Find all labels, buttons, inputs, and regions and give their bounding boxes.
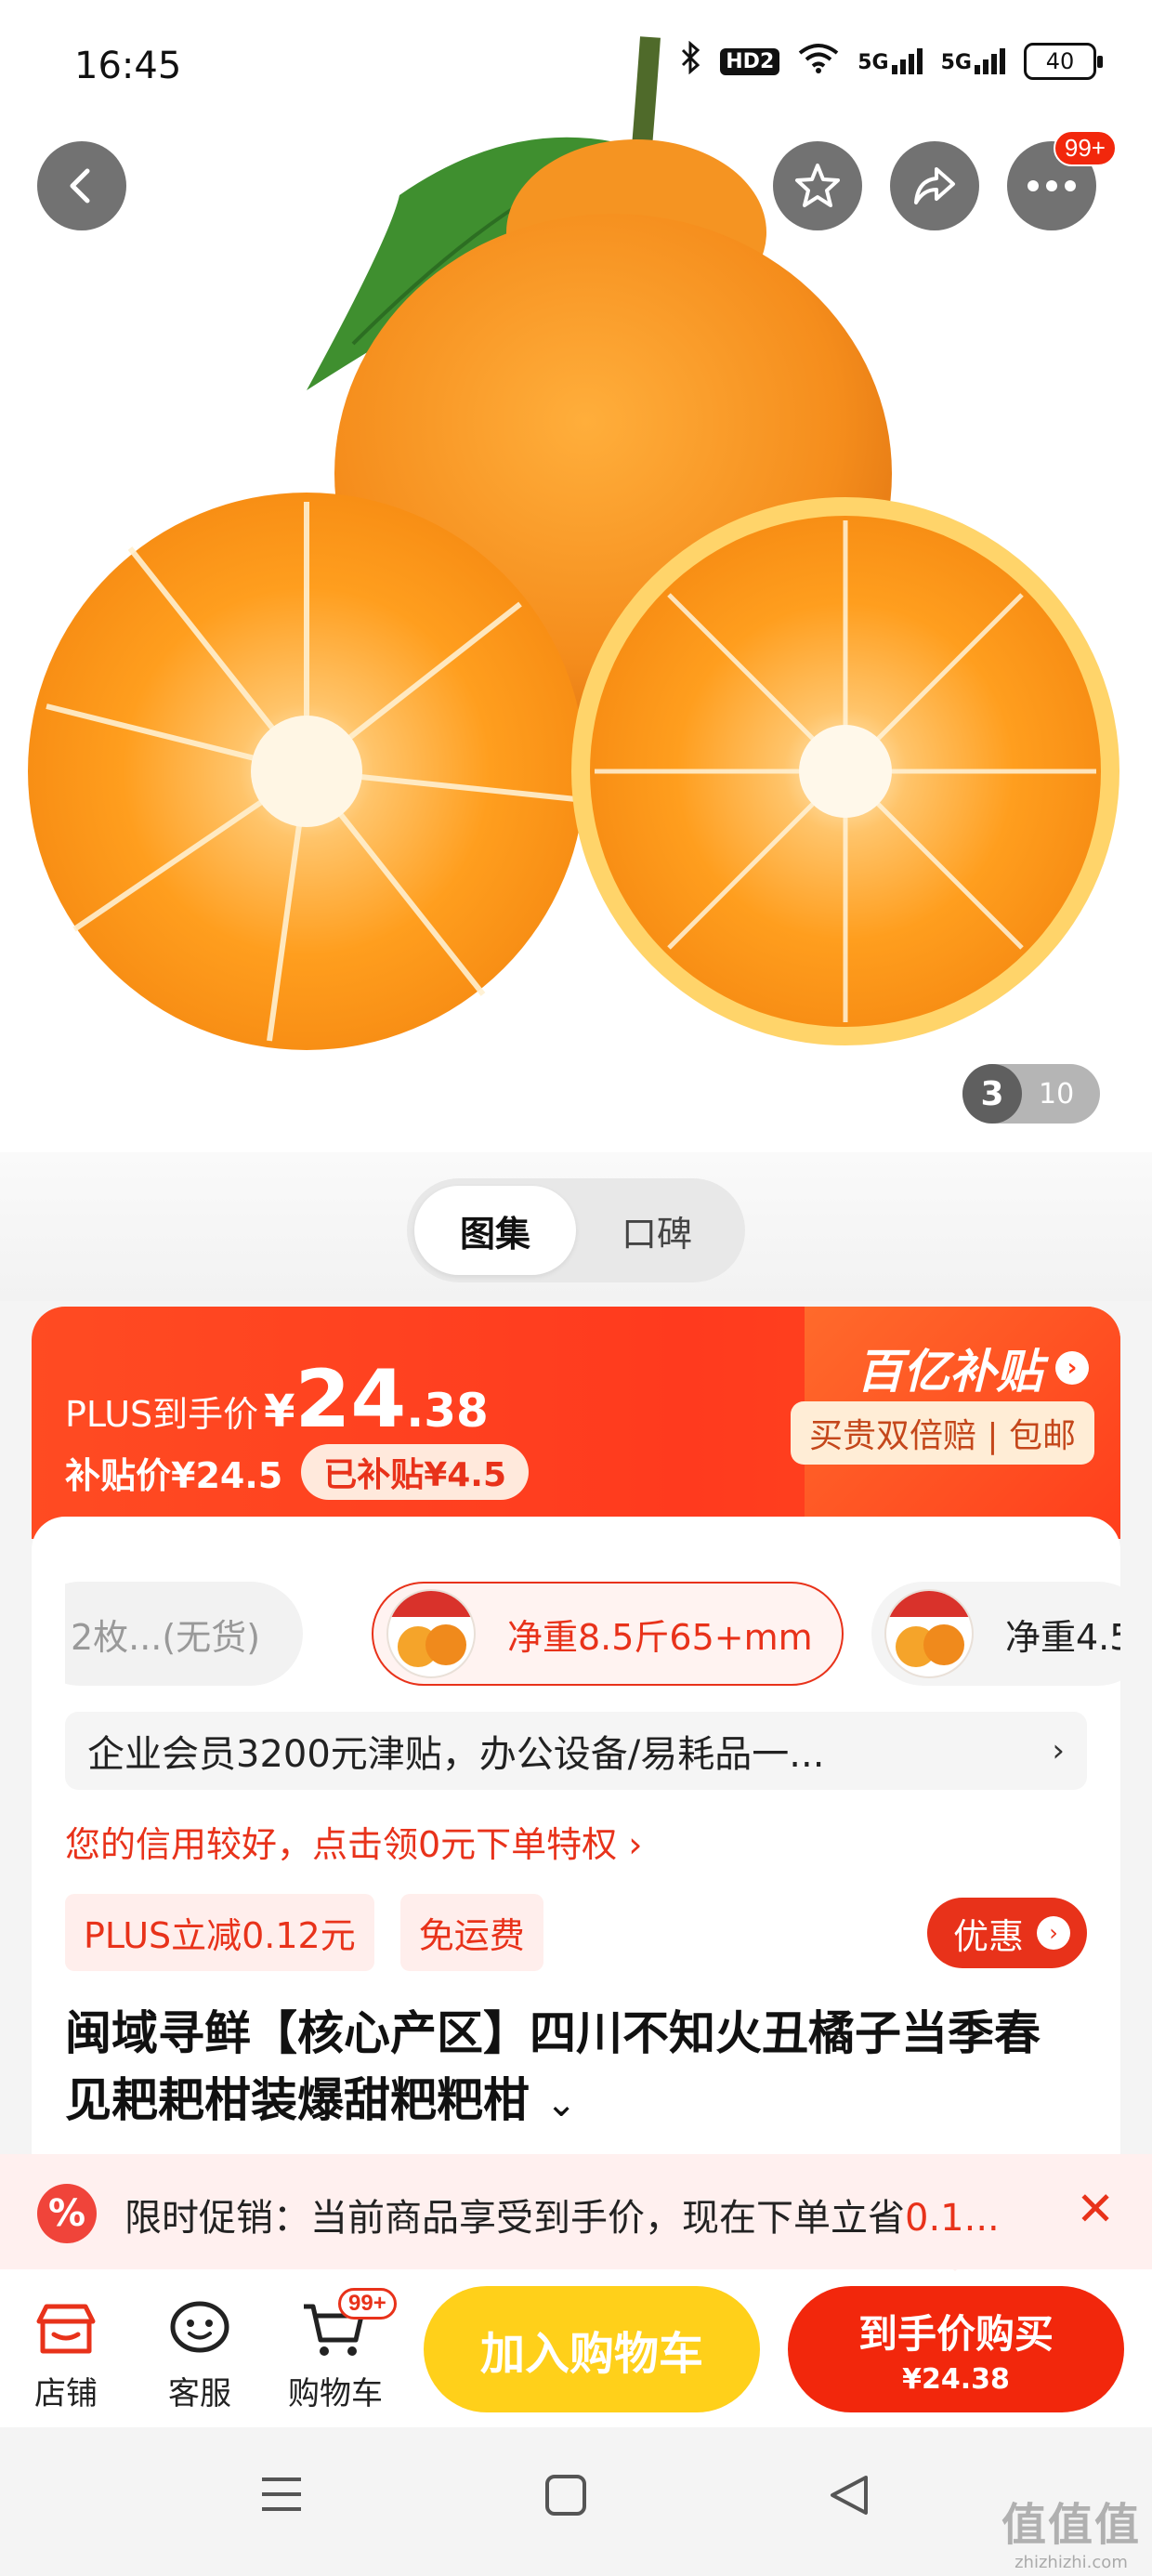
back-button[interactable] (37, 141, 126, 230)
price-integer: 24 (295, 1353, 407, 1446)
free-shipping-tag: 免运费 (399, 1894, 543, 1971)
bluetooth-icon (679, 40, 701, 82)
gallery-total-pages: 10 (1039, 1077, 1075, 1111)
bottom-action-bar: 店铺 客服 99+ 购物车 加入购物车 到手价购买 ¥24.38 (0, 2269, 1152, 2427)
promo-tags: PLUS立减0.12元 免运费 (65, 1894, 543, 1971)
billion-subsidy-link[interactable]: 百亿补贴 › (857, 1334, 1089, 1401)
site-watermark: 值值值 zhizhizhi.com (1001, 2499, 1141, 2572)
sku-option[interactable]: 净重4.5 (871, 1582, 1120, 1686)
chat-smile-icon (149, 2290, 251, 2368)
product-image-gallery[interactable] (0, 0, 1152, 1152)
sku-option-unavailable[interactable]: 2枚...(无货) (65, 1582, 303, 1686)
share-button[interactable] (890, 141, 979, 230)
chevron-right-icon: › (1052, 1732, 1065, 1769)
media-tabs-area: 图集 口碑 (0, 1152, 1152, 1301)
more-dots-icon (1028, 180, 1076, 191)
battery-icon: 40 (1024, 43, 1103, 80)
gallery-current-page: 3 (962, 1064, 1022, 1124)
billion-subsidy-logo: 百亿补贴 (857, 1345, 1042, 1399)
back-triangle-icon[interactable] (829, 2474, 870, 2520)
promo-text: 限时促销：当前商品享受到手价，现在下单立省 (124, 2197, 905, 2240)
customer-service-button[interactable]: 客服 (149, 2290, 251, 2413)
subsidized-amount-pill: 已补贴¥4.5 (301, 1444, 530, 1500)
tab-reviews[interactable]: 口碑 (576, 1186, 738, 1275)
store-icon (15, 2290, 117, 2368)
percent-icon: % (37, 2184, 97, 2243)
buy-now-button[interactable]: 到手价购买 ¥24.38 (788, 2286, 1124, 2412)
add-to-cart-button[interactable]: 加入购物车 (424, 2286, 760, 2412)
cart-count-badge: 99+ (338, 2288, 397, 2320)
favorite-button[interactable] (773, 141, 862, 230)
chevron-down-icon: ⌄ (545, 2083, 577, 2125)
sku-selector: 2枚...(无货) 净重8.5斤65+mm 净重4.5 (65, 1582, 1120, 1693)
product-title[interactable]: 闽域寻鲜【核心产区】四川不知火丑橘子当季春见耙耙柑装爆甜粑粑柑 ⌄ (65, 2000, 1078, 2137)
clock: 16:45 (74, 45, 182, 87)
product-info-card: 2枚...(无货) 净重8.5斤65+mm 净重4.5 企业会员3200元津贴，… (32, 1517, 1120, 2167)
price-decimal: .38 (406, 1384, 489, 1438)
sku-option-selected[interactable]: 净重8.5斤65+mm (372, 1582, 844, 1686)
status-bar: 16:45 HD2 5G 5G 40 (0, 0, 1152, 130)
media-segmented-control: 图集 口碑 (407, 1178, 745, 1282)
tab-gallery[interactable]: 图集 (414, 1186, 576, 1275)
star-icon (795, 164, 840, 207)
enterprise-member-banner[interactable]: 企业会员3200元津贴，办公设备/易耗品一... › (65, 1712, 1087, 1790)
signal-5g-icon-2: 5G (941, 48, 1005, 74)
cart-nav-button[interactable]: 99+ 购物车 (284, 2288, 397, 2413)
plus-price: PLUS到手价 ¥ 24 .38 (65, 1353, 489, 1446)
store-nav-button[interactable]: 店铺 (15, 2290, 117, 2413)
subsidy-price: 补贴价¥24.5 (65, 1454, 283, 1496)
gallery-page-indicator: 3 10 (962, 1064, 1100, 1124)
chevron-right-icon: › (1037, 1916, 1070, 1950)
share-icon (914, 167, 955, 204)
promo-amount: 0.1... (905, 2197, 1000, 2240)
limited-time-promo-bar[interactable]: % 限时促销：当前商品享受到手价，现在下单立省0.1... ✕ (0, 2154, 1152, 2271)
signal-5g-icon: 5G (857, 48, 923, 74)
hd-voice-icon: HD2 (720, 47, 780, 75)
system-navigation-bar: 值值值 zhizhizhi.com (0, 2427, 1152, 2576)
buy-now-price: ¥24.38 (902, 2363, 1010, 2396)
chevron-left-icon (70, 168, 90, 204)
guarantee-tag: 买贵双倍赔 | 包邮 (790, 1401, 1094, 1465)
discount-button[interactable]: 优惠 › (926, 1898, 1087, 1968)
cart-icon: 99+ (284, 2288, 397, 2368)
home-icon[interactable] (544, 2474, 587, 2520)
sku-thumbnail (386, 1589, 476, 1678)
menu-icon[interactable] (260, 2474, 303, 2518)
more-button[interactable]: 99+ (1007, 130, 1117, 230)
sku-thumbnail (884, 1589, 974, 1678)
wifi-icon (798, 42, 839, 81)
chevron-right-icon: › (1055, 1351, 1089, 1385)
currency-symbol: ¥ (264, 1386, 295, 1438)
price-banner: PLUS到手价 ¥ 24 .38 补贴价¥24.5 已补贴¥4.5 百亿补贴 ›… (32, 1307, 1120, 1539)
credit-privilege-link[interactable]: 您的信用较好，点击领0元下单特权 › (65, 1816, 642, 1867)
plus-discount-tag: PLUS立减0.12元 (65, 1894, 374, 1971)
message-count-badge: 99+ (1053, 130, 1117, 166)
plus-price-label: PLUS到手价 (65, 1394, 259, 1435)
close-icon[interactable]: ✕ (1076, 2182, 1115, 2236)
product-photo-oranges (28, 36, 1119, 1050)
